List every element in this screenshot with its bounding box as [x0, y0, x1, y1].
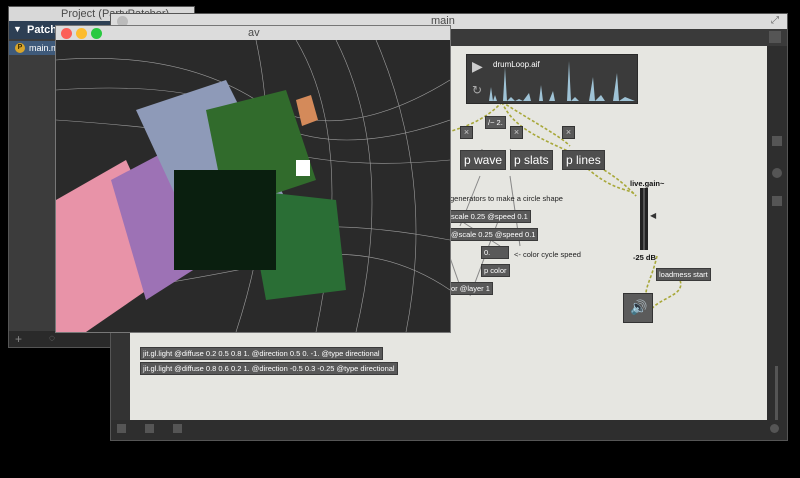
divide-object[interactable]: /~ 2. — [485, 116, 506, 129]
speaker-object[interactable]: 🔊 — [623, 293, 653, 323]
sidebar-icon[interactable] — [772, 196, 782, 206]
p-lines-object[interactable]: p lines — [562, 150, 605, 170]
lock-icon[interactable] — [117, 424, 126, 433]
zoom-slider[interactable] — [775, 366, 778, 421]
audio-filename: drumLoop.aif — [493, 60, 540, 69]
maximize-icon[interactable] — [91, 28, 102, 39]
p-slats-object[interactable]: p slats — [510, 150, 553, 170]
p-wave-object[interactable]: p wave — [460, 150, 507, 170]
gain-value: -25 dB — [633, 253, 656, 262]
color-speed-comment: <- color cycle speed — [514, 250, 581, 259]
gl-render-view — [56, 40, 450, 332]
bottom-toolbar — [111, 420, 787, 440]
float-number-box[interactable]: 0. — [481, 246, 509, 259]
loop-icon[interactable]: ↻ — [472, 83, 482, 97]
toolbar-icon[interactable] — [770, 424, 779, 433]
p-color-object[interactable]: p color — [481, 264, 510, 277]
fullscreen-icon[interactable]: ⤢ — [771, 15, 779, 26]
patcher-file-icon: P — [15, 43, 25, 53]
loadmess-object[interactable]: loadmess start — [656, 268, 711, 281]
minimize-icon[interactable] — [76, 28, 87, 39]
toggle[interactable]: × — [460, 126, 473, 139]
add-icon[interactable]: + — [15, 332, 22, 346]
sidebar-icon[interactable] — [772, 136, 782, 146]
av-titlebar[interactable]: av — [56, 26, 450, 40]
layer-object[interactable]: or @layer 1 — [448, 282, 493, 295]
gain-slider-arrow-icon[interactable]: ◀ — [650, 211, 656, 220]
patchcord — [649, 275, 682, 312]
gain-meter[interactable] — [640, 188, 648, 250]
toolbar-icon[interactable] — [173, 424, 182, 433]
patchcord — [501, 101, 571, 147]
play-icon[interactable]: ▶ — [472, 58, 483, 75]
av-title: av — [248, 27, 260, 39]
live-gain-label: live.gain~ — [630, 179, 665, 188]
scale-object[interactable]: @scale 0.25 @speed 0.1 — [448, 228, 539, 241]
disclosure-triangle-icon[interactable]: ▼ — [13, 24, 22, 34]
toolbar-icon[interactable] — [769, 31, 781, 43]
info-icon[interactable] — [772, 168, 782, 178]
av-render-window[interactable]: av — [55, 25, 451, 333]
right-sidebar — [767, 46, 787, 422]
close-icon[interactable] — [61, 28, 72, 39]
info-icon[interactable]: ◌ — [49, 333, 55, 344]
scale-object[interactable]: scale 0.25 @speed 0.1 — [448, 210, 531, 223]
light-object[interactable]: jit.gl.light @diffuse 0.2 0.5 0.8 1. @di… — [140, 347, 383, 360]
toggle[interactable]: × — [510, 126, 523, 139]
waveform-player[interactable]: ▶ ↻ drumLoop.aif — [466, 54, 638, 104]
light-object[interactable]: jit.gl.light @diffuse 0.8 0.6 0.2 1. @di… — [140, 362, 398, 375]
toolbar-icon[interactable] — [145, 424, 154, 433]
circle-comment: generators to make a circle shape — [450, 194, 563, 203]
toggle[interactable]: × — [562, 126, 575, 139]
patchcord — [501, 101, 637, 197]
speaker-icon: 🔊 — [630, 299, 648, 315]
